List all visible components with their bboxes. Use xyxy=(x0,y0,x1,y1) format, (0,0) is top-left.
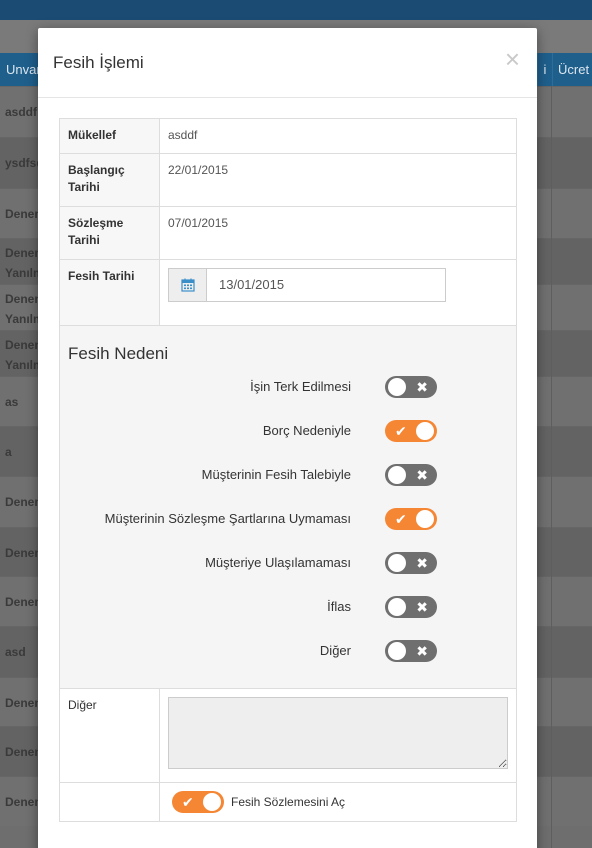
reason-toggle[interactable]: ✖ xyxy=(385,376,437,398)
close-icon[interactable]: × xyxy=(505,46,520,72)
x-icon: ✖ xyxy=(416,643,428,659)
calendar-icon[interactable] xyxy=(169,269,207,301)
row-unvan-text: asd xyxy=(5,645,26,659)
baslangic-value: 22/01/2015 xyxy=(159,153,517,207)
reason-label: İflas xyxy=(327,599,351,614)
open-contract-toggle[interactable]: ✔ xyxy=(172,791,224,813)
x-icon: ✖ xyxy=(416,379,428,395)
x-icon: ✖ xyxy=(416,555,428,571)
fesih-date-input[interactable]: 13/01/2015 xyxy=(168,268,446,302)
mukellef-value: asddf xyxy=(159,118,517,154)
reason-toggle[interactable]: ✖ xyxy=(385,552,437,574)
row-unvan-text: asddf xyxy=(5,105,38,119)
reason-row: Borç Nedeniyle ✔ xyxy=(60,416,516,460)
fesih-nedeni-section: Fesih Nedeni İşin Terk Edilmesi ✖ Borç Ned… xyxy=(59,325,517,689)
x-icon: ✖ xyxy=(416,467,428,483)
row-unvan-text: a xyxy=(5,445,12,459)
toggle-knob xyxy=(416,510,434,528)
baslangic-label: Başlangıç Tarihi xyxy=(59,153,160,207)
reason-toggle[interactable]: ✔ xyxy=(385,508,437,530)
open-contract-label: Fesih Sözlemesini Aç xyxy=(231,795,346,809)
toggle-knob xyxy=(388,378,406,396)
reason-label: Müşteriye Ulaşılamaması xyxy=(205,555,351,570)
reason-row: Müşterinin Sözleşme Şartlarına Uymaması ✔ xyxy=(60,504,516,548)
reason-row: Müşteriye Ulaşılamaması ✖ xyxy=(60,548,516,592)
reason-toggle[interactable]: ✔ xyxy=(385,420,437,442)
check-icon: ✔ xyxy=(395,511,407,527)
toggle-knob xyxy=(388,598,406,616)
reason-row: İşin Terk Edilmesi ✖ xyxy=(60,372,516,416)
reason-label: İşin Terk Edilmesi xyxy=(250,379,351,394)
top-navbar xyxy=(0,0,592,20)
reason-row: İflas ✖ xyxy=(60,592,516,636)
modal-title: Fesih İşlemi xyxy=(53,53,144,72)
reason-label: Müşterinin Fesih Talebiyle xyxy=(201,467,351,482)
column-divider xyxy=(551,86,552,848)
sozlesme-label: Sözleşme Tarihi xyxy=(59,206,160,260)
reasons-list: İşin Terk Edilmesi ✖ Borç Nedeniyle ✔ Müşter… xyxy=(60,372,516,688)
fesih-tarihi-label: Fesih Tarihi xyxy=(59,259,160,326)
empty-label-cell xyxy=(59,782,160,822)
fesih-nedeni-title: Fesih Nedeni xyxy=(68,344,169,363)
reason-label: Borç Nedeniyle xyxy=(262,423,351,438)
toggle-knob xyxy=(388,554,406,572)
reasons-spacer xyxy=(60,680,516,688)
reason-toggle[interactable]: ✖ xyxy=(385,464,437,486)
mukellef-label: Mükellef xyxy=(59,118,160,154)
sozlesme-value: 07/01/2015 xyxy=(159,206,517,260)
toggle-knob xyxy=(388,466,406,484)
diger-label: Diğer xyxy=(59,688,160,783)
reason-toggle[interactable]: ✖ xyxy=(385,596,437,618)
fesih-modal: Fesih İşlemi × Mükellef asddf Başlangıç … xyxy=(38,28,537,848)
toggle-knob xyxy=(416,422,434,440)
reason-row: Diğer ✖ xyxy=(60,636,516,680)
row-unvan-text: as xyxy=(5,395,19,409)
check-icon: ✔ xyxy=(395,423,407,439)
toggle-knob xyxy=(388,642,406,660)
open-contract-row: ✔ Fesih Sözlemesini Aç xyxy=(160,783,516,821)
diger-textarea[interactable] xyxy=(168,697,508,769)
x-icon: ✖ xyxy=(416,599,428,615)
check-icon: ✔ xyxy=(182,794,194,810)
column-header-mid: i xyxy=(537,53,553,86)
reason-label: Diğer xyxy=(319,643,351,658)
fesih-date-value: 13/01/2015 xyxy=(219,277,285,292)
fesih-form-table: Mükellef asddf Başlangıç Tarihi 22/01/20… xyxy=(59,118,517,822)
modal-header: Fesih İşlemi × xyxy=(38,28,537,98)
toggle-knob xyxy=(203,793,221,811)
reason-label: Müşterinin Sözleşme Şartlarına Uymaması xyxy=(104,511,351,526)
reason-row: Müşterinin Fesih Talebiyle ✖ xyxy=(60,460,516,504)
column-header-ucret: Ücret xyxy=(558,62,590,77)
reason-toggle[interactable]: ✖ xyxy=(385,640,437,662)
